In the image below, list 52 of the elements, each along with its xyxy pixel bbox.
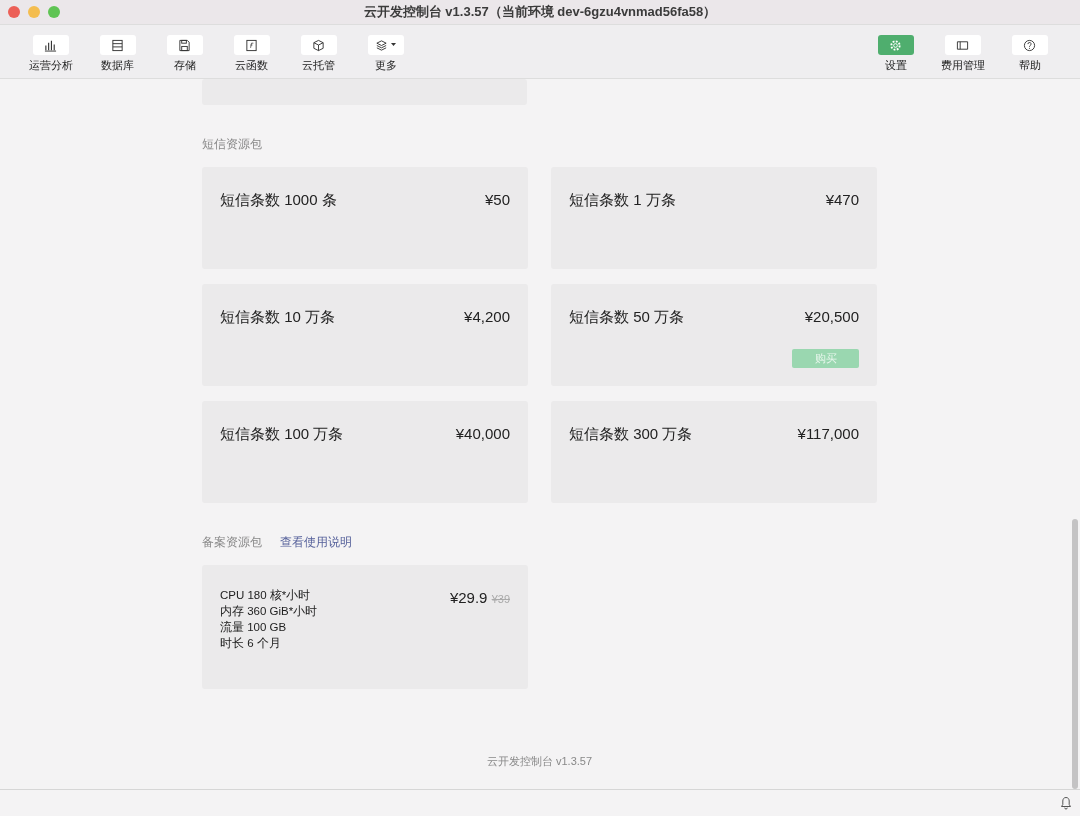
chart-button[interactable] (32, 35, 69, 55)
pack-price: ¥40,000 (455, 424, 510, 444)
layers-icon (375, 38, 388, 52)
toolbar-label: 数据库 (101, 58, 134, 73)
window-title: 云开发控制台 v1.3.57（当前环境 dev-6gzu4vnmad56fa58） (363, 4, 717, 20)
layers-button[interactable] (367, 35, 404, 55)
ticket-icon (956, 38, 969, 52)
save-button[interactable] (166, 35, 203, 55)
pack-detail: 流量 100 GB (220, 620, 288, 635)
chart-icon (44, 38, 57, 52)
toolbar-label: 云函数 (235, 58, 268, 73)
toolbar-label: 运营分析 (28, 58, 73, 73)
toolbar-label: 存储 (173, 58, 196, 73)
save-icon (178, 38, 191, 52)
usage-link[interactable]: 查看使用说明 (280, 533, 352, 551)
toolbar-label: 帮助 (1018, 58, 1041, 73)
toolbar-label: 更多 (374, 58, 397, 73)
pack-name: 短信条数 50 万条 (569, 307, 685, 327)
cube-button[interactable] (300, 35, 337, 55)
table-button[interactable] (99, 35, 136, 55)
function-button[interactable] (233, 35, 270, 55)
cube-icon (312, 38, 325, 52)
pack-price: ¥117,000 (797, 424, 859, 444)
pack-price: ¥4,200 (464, 307, 510, 327)
ticket-button[interactable] (944, 35, 981, 55)
original-price: ¥39 (491, 593, 510, 605)
pack-name: 短信条数 10 万条 (220, 307, 336, 327)
scrollbar[interactable] (1072, 519, 1078, 789)
pack-name: 短信条数 100 万条 (220, 424, 344, 444)
toolbar-label: 云托管 (302, 58, 335, 73)
pack-detail: 时长 6 个月 (220, 636, 282, 651)
toolbar-label: 设置 (884, 58, 907, 73)
close-button[interactable] (8, 6, 20, 18)
section-title: 短信资源包 (202, 136, 262, 153)
pack-detail: 内存 360 GiB*小时 (220, 604, 318, 619)
bell-icon[interactable] (1060, 796, 1072, 810)
help-icon (1023, 38, 1036, 52)
pack-price: ¥29.9 (449, 589, 488, 606)
pack-name: 短信条数 1 万条 (569, 190, 676, 210)
section-title: 备案资源包 (202, 534, 262, 551)
pack-name: 短信条数 1000 条 (220, 190, 337, 210)
pack-name: 短信条数 300 万条 (569, 424, 693, 444)
table-icon (111, 38, 124, 52)
footer-version: 云开发控制台 v1.3.57 (486, 755, 593, 767)
help-button[interactable] (1011, 35, 1048, 55)
settings-icon (889, 38, 902, 52)
pack-price: ¥50 (484, 190, 510, 210)
toolbar-label: 费用管理 (940, 58, 985, 73)
pack-detail: CPU 180 核*小时 (220, 588, 312, 603)
function-icon (245, 38, 258, 52)
pack-price: ¥470 (825, 190, 859, 210)
pack-price: ¥20,500 (804, 307, 859, 327)
